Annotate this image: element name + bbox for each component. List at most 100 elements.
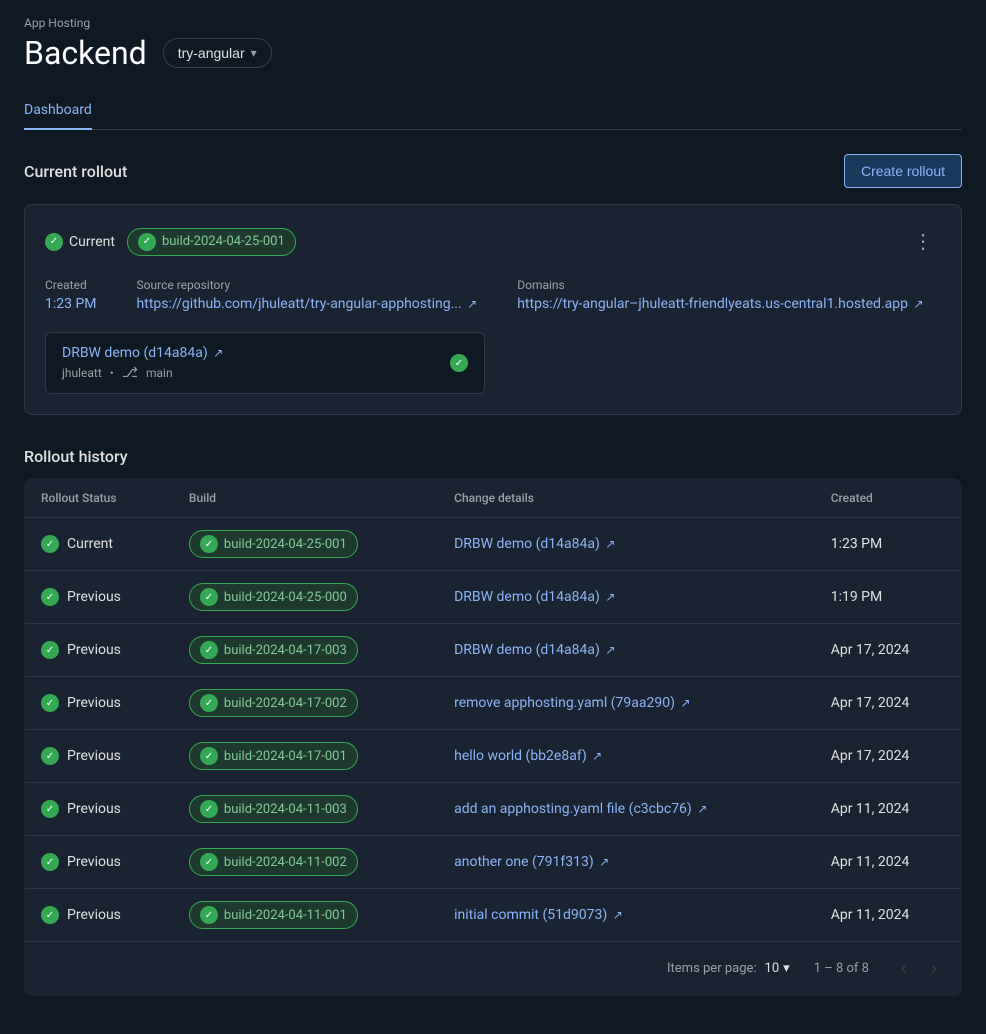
status-check-icon (41, 747, 59, 765)
status-check-icon (41, 800, 59, 818)
create-rollout-button[interactable]: Create rollout (844, 154, 962, 188)
created-cell: Apr 11, 2024 (815, 836, 962, 889)
created-cell: Apr 17, 2024 (815, 730, 962, 783)
table-row: Previous build-2024-04-25-000 DRBW demo … (25, 571, 962, 624)
rollout-status-cell: Previous (41, 694, 157, 712)
source-repo-label: Source repository (137, 278, 478, 292)
backend-selector[interactable]: try-angular ▾ (163, 38, 272, 68)
build-cell: build-2024-04-17-003 (173, 624, 438, 677)
prev-page-button[interactable]: ‹ (893, 954, 915, 983)
status-cell: Previous (25, 730, 173, 783)
current-label: Current (69, 234, 115, 250)
build-badge-cell: build-2024-04-11-001 (189, 901, 358, 929)
status-check-icon (41, 535, 59, 553)
build-badge-cell: build-2024-04-11-003 (189, 795, 358, 823)
more-options-button[interactable]: ⋮ (905, 225, 941, 258)
commit-author: jhuleatt (62, 366, 102, 380)
status-check-icon (41, 641, 59, 659)
rollout-status-cell: Previous (41, 588, 157, 606)
change-link[interactable]: remove apphosting.yaml (79aa290) ↗ (454, 695, 690, 711)
change-link[interactable]: DRBW demo (d14a84a) ↗ (454, 536, 615, 552)
build-cell-check-icon (200, 747, 218, 765)
build-cell: build-2024-04-17-001 (173, 730, 438, 783)
app-hosting-label: App Hosting (24, 16, 962, 30)
change-link[interactable]: hello world (bb2e8af) ↗ (454, 748, 602, 764)
card-status-row: Current build-2024-04-25-001 (45, 228, 296, 256)
table-row: Current build-2024-04-25-001 DRBW demo (… (25, 518, 962, 571)
rollout-history-title: Rollout history (24, 447, 962, 466)
commit-branch: main (146, 366, 173, 380)
change-cell: remove apphosting.yaml (79aa290) ↗ (438, 677, 815, 730)
pagination-buttons: ‹ › (893, 954, 945, 983)
next-page-button[interactable]: › (923, 954, 945, 983)
build-cell: build-2024-04-17-002 (173, 677, 438, 730)
rollout-status-cell: Previous (41, 747, 157, 765)
change-cell: DRBW demo (d14a84a) ↗ (438, 624, 815, 677)
status-check-icon (41, 906, 59, 924)
table-row: Previous build-2024-04-17-002 remove app… (25, 677, 962, 730)
pagination-range: 1 – 8 of 8 (814, 961, 869, 976)
branch-icon: ⎇ (122, 365, 138, 381)
change-link[interactable]: DRBW demo (d14a84a) ↗ (454, 589, 615, 605)
change-external-icon: ↗ (697, 802, 707, 816)
external-link-icon: ↗ (467, 297, 477, 311)
build-badge-label: build-2024-04-25-001 (162, 234, 285, 249)
build-cell: build-2024-04-11-001 (173, 889, 438, 942)
source-repo-link[interactable]: https://github.com/jhuleatt/try-angular-… (137, 296, 478, 312)
rollout-status-cell: Current (41, 535, 157, 553)
change-link[interactable]: DRBW demo (d14a84a) ↗ (454, 642, 615, 658)
change-cell: DRBW demo (d14a84a) ↗ (438, 518, 815, 571)
build-cell: build-2024-04-25-000 (173, 571, 438, 624)
chevron-down-icon: ▾ (251, 46, 257, 60)
rollout-status-cell: Previous (41, 853, 157, 871)
commit-link[interactable]: DRBW demo (d14a84a) ↗ (62, 345, 223, 361)
build-check-icon (138, 233, 156, 251)
domains-link[interactable]: https://try-angular–jhuleatt-friendlyeat… (517, 296, 923, 312)
build-badge-cell: build-2024-04-17-001 (189, 742, 358, 770)
change-link[interactable]: another one (791f313) ↗ (454, 854, 609, 870)
status-cell: Current (25, 518, 173, 571)
commit-meta: jhuleatt • ⎇ main (62, 365, 223, 381)
rollout-status-cell: Previous (41, 906, 157, 924)
status-cell: Previous (25, 783, 173, 836)
change-link[interactable]: add an apphosting.yaml file (c3cbc76) ↗ (454, 801, 707, 817)
build-badge-cell: build-2024-04-25-000 (189, 583, 358, 611)
change-link[interactable]: initial commit (51d9073) ↗ (454, 907, 623, 923)
build-value: build-2024-04-25-000 (224, 590, 347, 605)
domains-group: Domains https://try-angular–jhuleatt-fri… (517, 278, 923, 312)
status-label: Previous (67, 907, 121, 923)
current-rollout-title: Current rollout (24, 162, 127, 181)
green-check-icon (45, 233, 63, 251)
change-cell: hello world (bb2e8af) ↗ (438, 730, 815, 783)
change-cell: another one (791f313) ↗ (438, 836, 815, 889)
build-cell: build-2024-04-11-003 (173, 783, 438, 836)
tab-dashboard[interactable]: Dashboard (24, 92, 92, 130)
status-cell: Previous (25, 677, 173, 730)
table-row: Previous build-2024-04-11-002 another on… (25, 836, 962, 889)
status-cell: Previous (25, 836, 173, 889)
pagination-container: Items per page: 10 ▾ 1 – 8 of 8 ‹ › (25, 941, 961, 995)
backend-title-row: Backend try-angular ▾ (24, 34, 962, 72)
per-page-select[interactable]: 10 ▾ (765, 961, 790, 976)
commit-check-icon (450, 354, 468, 372)
created-label: Created (45, 278, 97, 292)
table-header-row: Rollout Status Build Change details Crea… (25, 479, 962, 518)
build-badge-cell: build-2024-04-17-002 (189, 689, 358, 717)
status-check-icon (41, 853, 59, 871)
table-row: Previous build-2024-04-17-003 DRBW demo … (25, 624, 962, 677)
current-status-badge: Current (45, 233, 115, 251)
build-cell: build-2024-04-11-002 (173, 836, 438, 889)
change-external-icon: ↗ (605, 643, 615, 657)
tabs: Dashboard (24, 92, 962, 130)
status-cell: Previous (25, 889, 173, 942)
change-external-icon: ↗ (613, 908, 623, 922)
items-per-page: Items per page: 10 ▾ (667, 961, 790, 976)
external-link-icon-2: ↗ (913, 297, 923, 311)
table-row: Previous build-2024-04-17-001 hello worl… (25, 730, 962, 783)
commit-box: DRBW demo (d14a84a) ↗ jhuleatt • ⎇ main (45, 332, 485, 394)
domains-label: Domains (517, 278, 923, 292)
page-container: App Hosting Backend try-angular ▾ Dashbo… (0, 0, 986, 1012)
created-cell: Apr 17, 2024 (815, 624, 962, 677)
card-top-row: Current build-2024-04-25-001 ⋮ (45, 225, 941, 258)
status-label: Previous (67, 854, 121, 870)
